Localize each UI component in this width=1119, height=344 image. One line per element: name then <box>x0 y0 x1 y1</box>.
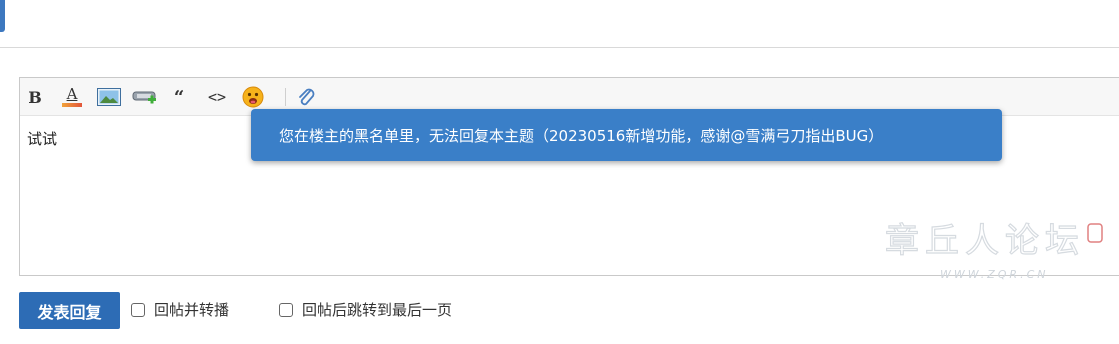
font-color-icon[interactable]: A <box>60 84 84 110</box>
forum-watermark: 章丘人论坛 WWW.ZQR.CN <box>884 220 1103 281</box>
attachment-icon[interactable] <box>294 84 318 110</box>
top-scroll-edge <box>0 0 5 32</box>
repost-option-label: 回帖并转播 <box>154 301 230 319</box>
blacklist-notice-toast: 您在楼主的黑名单里，无法回复本主题（20230516新增功能，感谢@雪满弓刀指出… <box>251 109 1002 161</box>
code-icon[interactable]: <> <box>204 84 230 110</box>
image-icon[interactable] <box>97 84 121 110</box>
jump-last-page-label: 回帖后跳转到最后一页 <box>302 301 453 319</box>
font-color-bar <box>62 103 82 107</box>
emoji-icon-svg <box>242 86 264 108</box>
toolbar-separator <box>285 88 286 106</box>
toast-message: 您在楼主的黑名单里，无法回复本主题（20230516新增功能，感谢@雪满弓刀指出… <box>279 126 884 145</box>
editor-content[interactable]: 试试 <box>27 128 57 149</box>
repost-checkbox[interactable] <box>131 302 145 317</box>
link-icon-svg <box>132 91 156 104</box>
watermark-title: 章丘人论坛 <box>885 221 1085 261</box>
image-icon-svg <box>97 88 121 106</box>
quote-icon[interactable]: “ <box>169 84 189 110</box>
watermark-seal <box>1087 223 1103 243</box>
emoji-icon[interactable] <box>240 84 266 110</box>
jump-last-page-option[interactable]: 回帖后跳转到最后一页 <box>279 299 452 320</box>
font-color-letter: A <box>66 85 78 103</box>
section-divider <box>0 47 1119 48</box>
watermark-url: WWW.ZQR.CN <box>940 268 1048 281</box>
bold-icon[interactable]: B <box>25 84 45 110</box>
submit-reply-button[interactable]: 发表回复 <box>19 292 120 329</box>
repost-option[interactable]: 回帖并转播 <box>131 299 229 320</box>
link-icon[interactable] <box>132 84 158 110</box>
attachment-icon-svg <box>299 88 315 106</box>
jump-last-page-checkbox[interactable] <box>279 302 293 317</box>
